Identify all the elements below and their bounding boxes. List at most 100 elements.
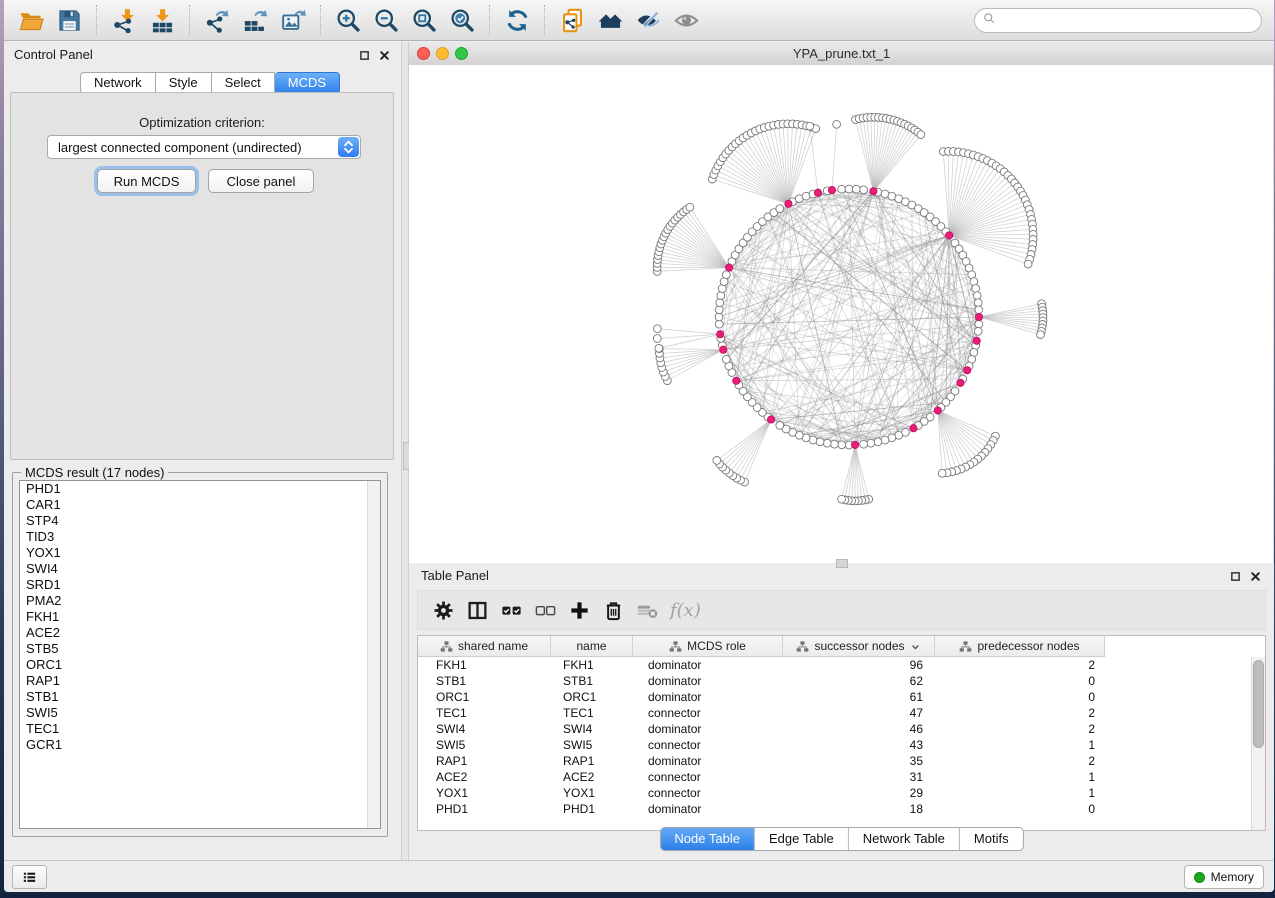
cell-name[interactable]: TEC1	[551, 705, 633, 721]
network-graph[interactable]	[409, 65, 1274, 563]
cell-shared-name[interactable]: YOX1	[418, 785, 551, 801]
cell-successor-nodes[interactable]: 31	[783, 769, 935, 785]
cell-predecessor-nodes[interactable]: 2	[935, 657, 1105, 673]
cell-shared-name[interactable]: SWI5	[418, 737, 551, 753]
cell-predecessor-nodes[interactable]: 2	[935, 721, 1105, 737]
cell-MCDS-role[interactable]: dominator	[633, 801, 783, 817]
cell-name[interactable]: SWI4	[551, 721, 633, 737]
cell-MCDS-role[interactable]: dominator	[633, 721, 783, 737]
task-history-button[interactable]	[12, 865, 47, 889]
mcds-result-list[interactable]: PHD1CAR1STP4TID3YOX1SWI4SRD1PMA2FKH1ACE2…	[19, 480, 381, 829]
cell-predecessor-nodes[interactable]: 2	[935, 705, 1105, 721]
cell-name[interactable]: STB1	[551, 673, 633, 689]
mcds-result-item[interactable]: TID3	[20, 529, 380, 545]
mcds-result-item[interactable]: FKH1	[20, 609, 380, 625]
tab-style[interactable]: Style	[156, 72, 212, 94]
cell-successor-nodes[interactable]: 46	[783, 721, 935, 737]
vertical-splitter[interactable]	[401, 42, 409, 861]
cell-MCDS-role[interactable]: connector	[633, 785, 783, 801]
mcds-result-item[interactable]: STB5	[20, 641, 380, 657]
cell-name[interactable]: YOX1	[551, 785, 633, 801]
scrollbar-thumb[interactable]	[1253, 660, 1264, 748]
mcds-result-item[interactable]: SWI4	[20, 561, 380, 577]
zoom-in-button[interactable]	[329, 3, 367, 37]
cell-shared-name[interactable]: TEC1	[418, 705, 551, 721]
cell-MCDS-role[interactable]: dominator	[633, 673, 783, 689]
table-row[interactable]: RAP1RAP1dominator352	[418, 753, 1252, 769]
export-table-button[interactable]	[236, 3, 274, 37]
import-network-button[interactable]	[105, 3, 143, 37]
cell-name[interactable]: FKH1	[551, 657, 633, 673]
import-table-button[interactable]	[143, 3, 181, 37]
cell-predecessor-nodes[interactable]: 0	[935, 689, 1105, 705]
mcds-result-scrollbar[interactable]	[367, 481, 380, 828]
mcds-result-item[interactable]: STB1	[20, 689, 380, 705]
mcds-result-item[interactable]: PMA2	[20, 593, 380, 609]
mcds-result-item[interactable]: GCR1	[20, 737, 380, 753]
cell-predecessor-nodes[interactable]: 0	[935, 673, 1105, 689]
trash-button[interactable]	[596, 595, 630, 625]
close-panel-button-mcds[interactable]: Close panel	[208, 169, 314, 193]
column-header-name[interactable]: name	[551, 636, 633, 656]
memory-button[interactable]: Memory	[1184, 865, 1264, 889]
zoom-out-button[interactable]	[367, 3, 405, 37]
export-network-button[interactable]	[198, 3, 236, 37]
save-button[interactable]	[50, 3, 88, 37]
mcds-result-item[interactable]: SWI5	[20, 705, 380, 721]
cell-successor-nodes[interactable]: 96	[783, 657, 935, 673]
search-input[interactable]	[1001, 10, 1261, 32]
tab-mcds[interactable]: MCDS	[275, 72, 340, 94]
column-header-shared-name[interactable]: shared name	[418, 636, 551, 656]
table-delete-button[interactable]	[630, 595, 664, 625]
cell-successor-nodes[interactable]: 47	[783, 705, 935, 721]
network-canvas[interactable]	[409, 65, 1274, 563]
cell-MCDS-role[interactable]: dominator	[633, 657, 783, 673]
table-row[interactable]: FKH1FKH1dominator962	[418, 657, 1252, 673]
home-button[interactable]	[591, 3, 629, 37]
table-row[interactable]: PHD1PHD1dominator180	[418, 801, 1252, 817]
close-panel-button[interactable]	[377, 48, 391, 62]
mcds-result-item[interactable]: YOX1	[20, 545, 380, 561]
column-header-MCDS-role[interactable]: MCDS role	[633, 636, 783, 656]
table-row[interactable]: ACE2ACE2connector311	[418, 769, 1252, 785]
show-glyphs-button[interactable]	[667, 3, 705, 37]
cell-successor-nodes[interactable]: 43	[783, 737, 935, 753]
clone-network-button[interactable]	[553, 3, 591, 37]
add-button[interactable]	[562, 595, 596, 625]
cell-MCDS-role[interactable]: dominator	[633, 753, 783, 769]
table-row[interactable]: STB1STB1dominator620	[418, 673, 1252, 689]
zoom-fit-button[interactable]	[405, 3, 443, 37]
float-panel-button[interactable]	[357, 48, 371, 62]
cell-predecessor-nodes[interactable]: 1	[935, 785, 1105, 801]
hide-glyphs-button[interactable]	[629, 3, 667, 37]
export-image-button[interactable]	[274, 3, 312, 37]
cell-shared-name[interactable]: SWI4	[418, 721, 551, 737]
cell-MCDS-role[interactable]: connector	[633, 737, 783, 753]
cell-shared-name[interactable]: STB1	[418, 673, 551, 689]
cell-predecessor-nodes[interactable]: 1	[935, 737, 1105, 753]
criterion-select[interactable]: largest connected component (undirected)	[47, 135, 361, 159]
table-row[interactable]: TEC1TEC1connector472	[418, 705, 1252, 721]
mcds-result-item[interactable]: PHD1	[20, 481, 380, 497]
tab-network[interactable]: Network	[80, 72, 156, 94]
cell-shared-name[interactable]: ACE2	[418, 769, 551, 785]
table-row[interactable]: ORC1ORC1dominator610	[418, 689, 1252, 705]
cell-name[interactable]: ACE2	[551, 769, 633, 785]
column-header-successor-nodes[interactable]: successor nodes	[783, 636, 935, 656]
mcds-result-item[interactable]: STP4	[20, 513, 380, 529]
close-panel-button[interactable]	[1248, 569, 1262, 583]
cell-name[interactable]: PHD1	[551, 801, 633, 817]
cell-successor-nodes[interactable]: 18	[783, 801, 935, 817]
zoom-selected-button[interactable]	[443, 3, 481, 37]
unselect-all-button[interactable]	[528, 595, 562, 625]
mcds-result-item[interactable]: SRD1	[20, 577, 380, 593]
mcds-result-item[interactable]: TEC1	[20, 721, 380, 737]
cell-name[interactable]: ORC1	[551, 689, 633, 705]
open-button[interactable]	[12, 3, 50, 37]
mcds-result-item[interactable]: CAR1	[20, 497, 380, 513]
cell-successor-nodes[interactable]: 35	[783, 753, 935, 769]
cell-successor-nodes[interactable]: 29	[783, 785, 935, 801]
mcds-result-item[interactable]: ORC1	[20, 657, 380, 673]
tab-network-table[interactable]: Network Table	[848, 828, 959, 850]
cell-MCDS-role[interactable]: dominator	[633, 689, 783, 705]
